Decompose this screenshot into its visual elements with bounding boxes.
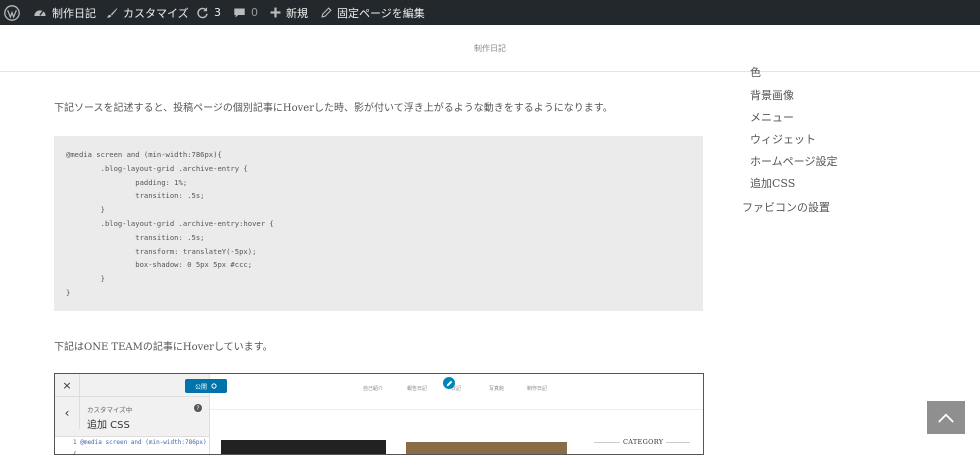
- edit-shortcut-icon: [443, 377, 455, 389]
- sidebar-item-additional-css[interactable]: 追加CSS: [750, 175, 795, 191]
- plus-icon: [270, 7, 281, 18]
- wordpress-icon: [4, 4, 20, 21]
- refresh-icon: [197, 7, 208, 19]
- article-outro-text: 下記はONE TEAMの記事にHoverしています。: [54, 342, 273, 353]
- sidebar-item-menu[interactable]: メニュー: [750, 109, 794, 125]
- site-name-menu[interactable]: 制作日記: [33, 0, 96, 25]
- css-editor-preview: 1 @media screen and (min-width:786px){: [55, 436, 209, 454]
- code-content: @media screen and (min-width:786px){ .bl…: [66, 150, 274, 297]
- preview-nav-item: 報告日記: [407, 386, 428, 392]
- preview-nav-item: 制作日記: [527, 386, 548, 392]
- preview-nav-item: 自己紹介: [363, 386, 384, 392]
- updates-count: 3: [214, 6, 221, 19]
- customize-label: カスタマイズ: [123, 6, 189, 20]
- new-content-menu[interactable]: 新規: [270, 0, 308, 25]
- comment-icon: [234, 7, 245, 18]
- sidebar-item-widget[interactable]: ウィジェット: [750, 131, 816, 147]
- customizer-screenshot-image: × 公開 ‹ カスタマイズ中 追加 CSS ? 1 @media screen …: [54, 373, 704, 455]
- comments-menu[interactable]: 0: [233, 0, 258, 25]
- comments-count: 0: [251, 6, 258, 19]
- chevron-up-icon: [938, 413, 954, 423]
- help-icon: ?: [194, 404, 202, 412]
- sidebar-item-favicon[interactable]: ファビコンの設置: [742, 199, 830, 215]
- customizing-label: カスタマイズ中: [87, 406, 133, 414]
- section-title: 追加 CSS: [87, 420, 130, 431]
- sidebar-item-background-image[interactable]: 背景画像: [750, 87, 794, 103]
- site-preview: 自己紹介 報告日記 日記 写真館 制作日記 CATEGORY: [210, 374, 703, 454]
- edit-page-label: 固定ページを編集: [337, 6, 425, 20]
- wordpress-logo-menu[interactable]: [4, 0, 20, 25]
- pencil-icon: [321, 7, 332, 18]
- article-intro-text: 下記ソースを記述すると、投稿ページの個別記事にHoverした時、影が付いて浮き上…: [54, 103, 613, 114]
- site-header: 制作日記: [0, 25, 980, 72]
- edit-page-menu[interactable]: 固定ページを編集: [321, 0, 425, 25]
- admin-bar: 制作日記 カスタマイズ 3 0 新規 固定ページを編集: [0, 0, 980, 25]
- brush-icon: [107, 7, 118, 18]
- site-title[interactable]: 制作日記: [0, 43, 980, 54]
- post-thumbnail: [221, 440, 386, 454]
- category-heading: CATEGORY: [620, 438, 667, 446]
- preview-nav-item: 写真館: [489, 386, 505, 392]
- customize-menu[interactable]: カスタマイズ: [106, 0, 189, 25]
- dashboard-icon: [34, 10, 46, 16]
- sidebar-item-partial[interactable]: 色: [750, 64, 761, 80]
- publish-label: 公開: [194, 383, 207, 391]
- code-block: @media screen and (min-width:786px){ .bl…: [54, 136, 703, 311]
- updates-menu[interactable]: 3: [196, 0, 221, 25]
- preview-nav: 自己紹介 報告日記 日記 写真館 制作日記: [210, 385, 703, 395]
- sidebar-item-homepage-settings[interactable]: ホームページ設定: [750, 153, 837, 169]
- customizer-panel: × 公開 ‹ カスタマイズ中 追加 CSS ? 1 @media screen …: [55, 374, 227, 454]
- customizer-header: 公開: [79, 374, 227, 397]
- back-chevron-icon: ‹: [55, 397, 80, 429]
- site-name-label: 制作日記: [52, 6, 96, 20]
- back-to-top-button[interactable]: [927, 401, 965, 434]
- new-label: 新規: [286, 6, 308, 20]
- preview-divider: [210, 409, 703, 410]
- close-icon: ×: [55, 374, 80, 397]
